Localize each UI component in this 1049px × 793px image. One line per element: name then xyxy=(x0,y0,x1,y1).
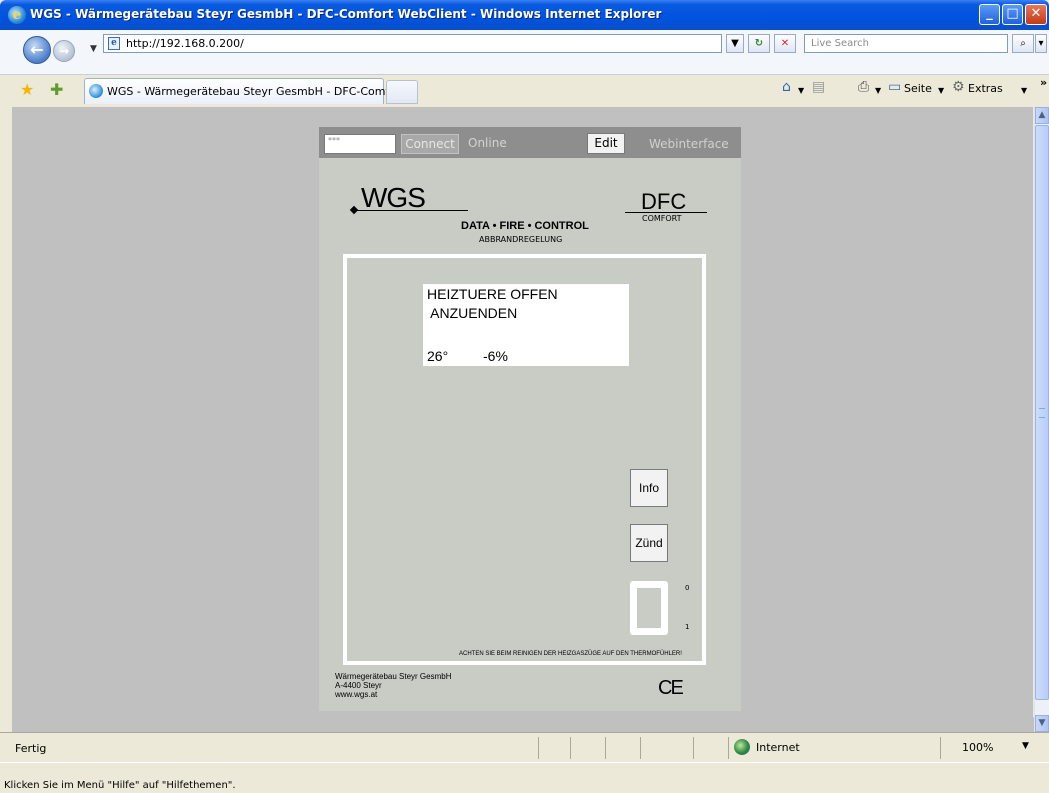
minimize-button[interactable]: _ xyxy=(979,4,1000,25)
status-bar: Fertig xyxy=(0,732,1049,763)
left-frame xyxy=(0,107,12,732)
more-commands-icon[interactable]: » xyxy=(1040,76,1047,89)
switch-label-0: 0 xyxy=(685,584,690,592)
print-dropdown-icon[interactable]: ▼ xyxy=(875,86,881,95)
favorites-star-icon[interactable]: ★ xyxy=(20,80,34,99)
scroll-up-icon[interactable]: ▲ xyxy=(1035,107,1049,124)
search-input[interactable]: Live Search xyxy=(804,34,1008,53)
display-percentage: -6% xyxy=(483,348,508,364)
search-placeholder: Live Search xyxy=(811,38,869,49)
tab-label: WGS - Wärmegerätebau Steyr GesmbH - DFC-… xyxy=(107,85,411,98)
maximize-button[interactable]: □ xyxy=(1002,4,1023,25)
connect-button[interactable]: Connect xyxy=(401,134,459,154)
ce-mark: CE xyxy=(658,677,684,699)
content-bottom xyxy=(12,717,1034,732)
zoom-level[interactable]: 100% xyxy=(962,741,993,754)
home-icon[interactable]: ⌂ xyxy=(782,79,791,95)
feeds-icon[interactable]: ▤ xyxy=(812,79,825,95)
search-icon[interactable]: ⌕ xyxy=(1012,34,1034,53)
brand-logo: WGS xyxy=(361,182,426,213)
address-input[interactable]: e http://192.168.0.200/ xyxy=(103,34,722,53)
edit-button[interactable]: Edit xyxy=(587,133,625,154)
device-panel: *** Connect Online Edit Webinterface WGS… xyxy=(319,127,741,711)
password-input[interactable]: *** xyxy=(324,134,396,154)
display-line-1: HEIZTUERE OFFEN xyxy=(427,286,558,302)
home-dropdown-icon[interactable]: ▼ xyxy=(798,86,804,95)
tab-active[interactable]: WGS - Wärmegerätebau Steyr GesmbH - DFC-… xyxy=(84,78,410,104)
switch-label-1: 1 xyxy=(685,623,690,631)
stop-button[interactable]: ✕ xyxy=(774,34,796,53)
address-dropdown-button[interactable]: ▼ xyxy=(726,34,744,53)
hint-bar: Klicken Sie im Menü "Hilfe" auf "Hilfeth… xyxy=(0,762,1049,793)
status-divider xyxy=(728,737,729,759)
forward-button[interactable]: → xyxy=(53,40,75,62)
page-menu-chevron-icon[interactable]: ▼ xyxy=(938,86,944,95)
add-favorite-icon[interactable]: ✚ xyxy=(50,80,63,99)
ie-tab-icon xyxy=(89,84,103,98)
tagline: DATA • FIRE • CONTROL xyxy=(461,220,589,232)
page-menu-icon: ▭ xyxy=(888,79,902,95)
product-underline xyxy=(625,212,707,213)
chevron-down-icon[interactable]: ▼ xyxy=(90,44,97,54)
display-line-2: ANZUENDEN xyxy=(427,305,518,321)
search-options-button[interactable]: ▾ xyxy=(1035,34,1047,53)
refresh-button[interactable]: ↻ xyxy=(748,34,770,53)
status-divider xyxy=(570,737,571,759)
lcd-display: HEIZTUERE OFFEN ANZUENDEN 26° -6% xyxy=(423,284,629,366)
cleaning-warning: ACHTEN SIE BEIM REINIGEN DER HEIZGASZÜGE… xyxy=(459,651,682,657)
device-topbar: *** Connect Online Edit Webinterface xyxy=(319,127,741,158)
vertical-scrollbar[interactable]: ▲ ▼ xyxy=(1034,107,1049,732)
print-icon[interactable]: ⎙ xyxy=(858,79,869,95)
tools-menu-chevron-icon[interactable]: ▼ xyxy=(1021,86,1027,95)
product-sub-label: COMFORT xyxy=(642,214,682,223)
gear-icon: ⚙ xyxy=(952,79,965,95)
new-tab-button[interactable] xyxy=(386,80,418,104)
scroll-thumb[interactable] xyxy=(1035,125,1049,700)
tools-menu[interactable]: Extras xyxy=(968,82,1003,95)
internet-globe-icon xyxy=(734,739,750,755)
status-divider xyxy=(940,737,941,759)
address-text: http://192.168.0.200/ xyxy=(126,37,244,50)
zoom-dropdown-icon[interactable]: ▼ xyxy=(1022,741,1029,751)
info-button[interactable]: Info xyxy=(630,469,668,507)
scroll-grip xyxy=(1039,408,1045,418)
status-divider xyxy=(538,737,539,759)
status-divider xyxy=(640,737,641,759)
close-button[interactable]: ✕ xyxy=(1025,4,1047,25)
back-button[interactable]: ← xyxy=(23,36,51,64)
page-menu[interactable]: Seite xyxy=(904,82,932,95)
status-divider xyxy=(693,737,694,759)
help-hint: Klicken Sie im Menü "Hilfe" auf "Hilfeth… xyxy=(4,780,236,791)
online-status: Online xyxy=(468,136,507,150)
webinterface-label: Webinterface xyxy=(649,137,729,151)
status-divider xyxy=(605,737,606,759)
page-icon: e xyxy=(108,37,120,50)
web-content: *** Connect Online Edit Webinterface WGS… xyxy=(12,107,1033,717)
ie-logo-icon: e xyxy=(8,6,26,24)
scroll-down-icon[interactable]: ▼ xyxy=(1035,715,1049,732)
power-switch[interactable] xyxy=(630,581,668,635)
switch-rocker xyxy=(637,588,661,628)
title-bar: e WGS - Wärmegerätebau Steyr GesmbH - DF… xyxy=(0,0,1049,30)
subline: ABBRANDREGELUNG xyxy=(479,235,563,244)
display-temperature: 26° xyxy=(427,348,449,364)
window-title: WGS - Wärmegerätebau Steyr GesmbH - DFC-… xyxy=(30,7,662,21)
status-text: Fertig xyxy=(15,742,47,755)
ignition-button[interactable]: Zünd xyxy=(630,524,668,562)
company-address: Wärmegerätebau Steyr GesmbH A-4400 Steyr… xyxy=(335,672,452,699)
security-zone: Internet xyxy=(756,741,800,754)
